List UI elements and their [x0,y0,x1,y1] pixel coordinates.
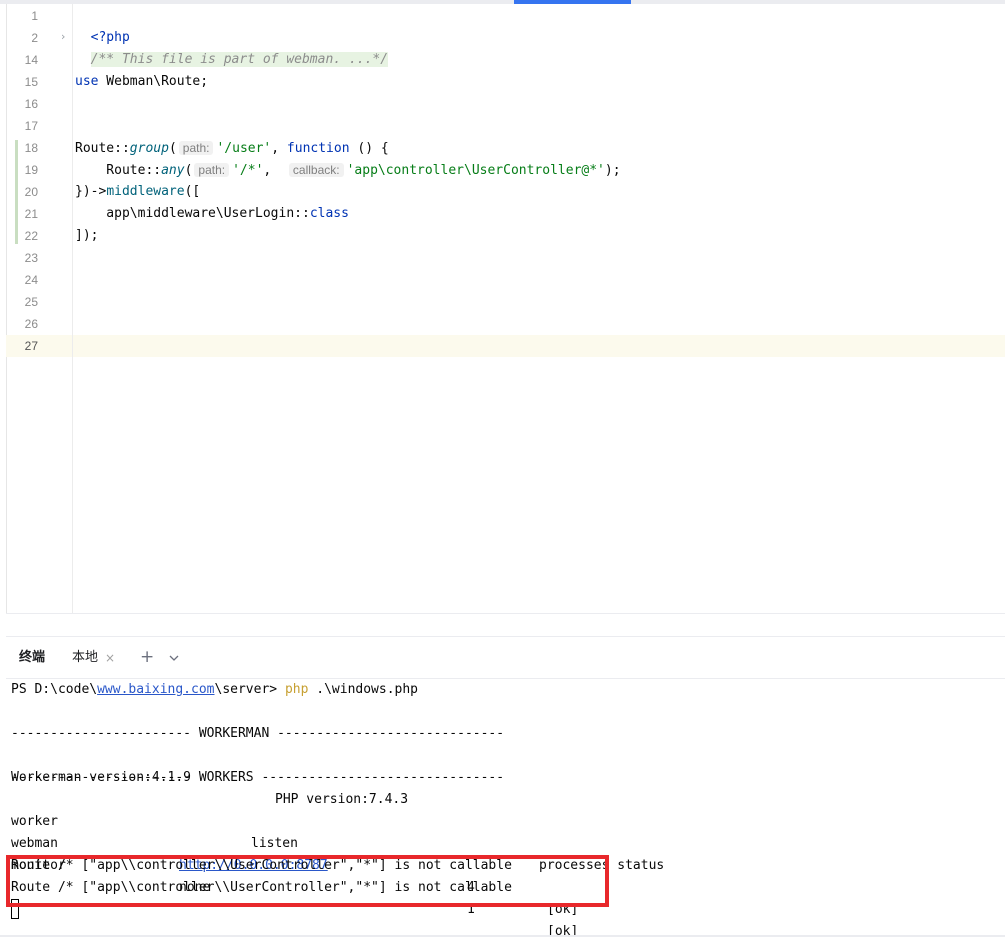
gutter-separator [72,4,73,613]
line-number: 25 [24,295,38,309]
line-number: 26 [24,317,38,331]
line-number: 15 [24,75,38,89]
code-token: () { [349,141,389,156]
current-line-highlight [6,335,1005,357]
line-number: 1 [31,9,38,23]
line-number-current: 27 [24,339,38,353]
prompt-path: PS D:\code\ [11,682,98,697]
code-token: ( [184,163,193,178]
prompt-path: \server> [214,682,285,697]
terminal-tab-bar [6,637,1005,679]
close-tab-icon[interactable]: × [105,648,115,668]
path-link[interactable]: www.baixing.com [97,682,214,697]
method-group: group [129,141,169,156]
line-number: 19 [24,163,38,177]
new-tab-plus-icon[interactable]: + [140,646,154,668]
method-any: any [161,163,185,178]
string-literal: '/*' [232,163,264,178]
method-middleware: middleware [106,184,185,199]
command-php: php [284,682,309,697]
line-number: 17 [24,119,38,133]
line-number: 21 [24,207,38,221]
worker-row: webman http://0.0.0.0:8787 4 [ok] [11,811,711,917]
worker-status: [ok] [547,924,579,939]
line-number: 24 [24,273,38,287]
terminal-prompt-line: PS D:\code\www.baixing.com\server> php .… [11,679,418,701]
tab-local[interactable]: 本地 [72,648,98,668]
keyword-use: use [75,74,99,89]
line-number: 16 [24,97,38,111]
line-number: 23 [24,251,38,265]
code-line-19[interactable]: Route::any(path: '/*', callback:'app\cont… [75,159,621,181]
code-line-18[interactable]: Route::group(path: '/user', function () { [75,137,389,159]
terminal-panel-title: 终端 [19,650,46,665]
param-hint-callback: callback: [288,163,344,177]
terminal-line: Workerman version:4.1.9 PHP version:7.4.… [11,745,611,807]
command-args: .\windows.php [308,682,419,697]
namespace-text: Webman\Route; [98,74,209,89]
param-hint-path: path: [178,141,214,155]
terminal-line: ----------------------- WORKERS --------… [11,770,505,785]
error-highlight-box [6,855,609,907]
line-number: 2 [31,31,38,45]
code-token: })-> [75,184,107,199]
code-token: , [263,163,287,178]
keyword-class: class [309,206,349,221]
code-token: Route:: [75,163,162,178]
code-editor[interactable] [6,4,1005,613]
chevron-down-icon[interactable] [167,648,181,668]
keyword-function: function [286,141,350,156]
code-line-21[interactable]: app\middleware\UserLogin::class [75,203,349,225]
code-token: , [271,141,287,156]
worker-row: monitor none 1 [ok] [11,833,711,939]
code-token: ]); [75,228,99,243]
code-token: app\middleware\UserLogin:: [75,206,310,221]
code-token: ); [604,163,621,178]
string-literal: 'app\controller\UserController@*' [346,163,605,178]
code-line-1[interactable]: <?php [75,5,130,45]
line-number: 22 [24,229,38,243]
code-line-2[interactable]: /** This file is part of webman. ...*/ [75,27,389,67]
workers-header: worker listen processes status [11,789,711,873]
code-line-20[interactable]: })->middleware([ [75,181,200,203]
code-token: ([ [184,184,201,199]
panel-splitter[interactable] [6,613,1005,637]
terminal-line: ----------------------- WORKERMAN ------… [11,726,505,741]
param-hint-path: path: [194,163,230,177]
code-line-15[interactable]: use Webman\Route; [75,71,208,93]
line-number: 18 [24,141,38,155]
line-number: 20 [24,185,38,199]
folded-doc-comment[interactable]: /** This file is part of webman. ...*/ [90,52,389,67]
string-literal: '/user' [216,141,272,156]
code-token: ( [168,141,177,156]
code-line-22[interactable]: ]); [75,225,98,247]
code-token: Route:: [75,141,130,156]
editor-border [6,4,7,613]
fold-expand-icon[interactable]: › [61,29,65,45]
line-number: 14 [24,53,38,67]
